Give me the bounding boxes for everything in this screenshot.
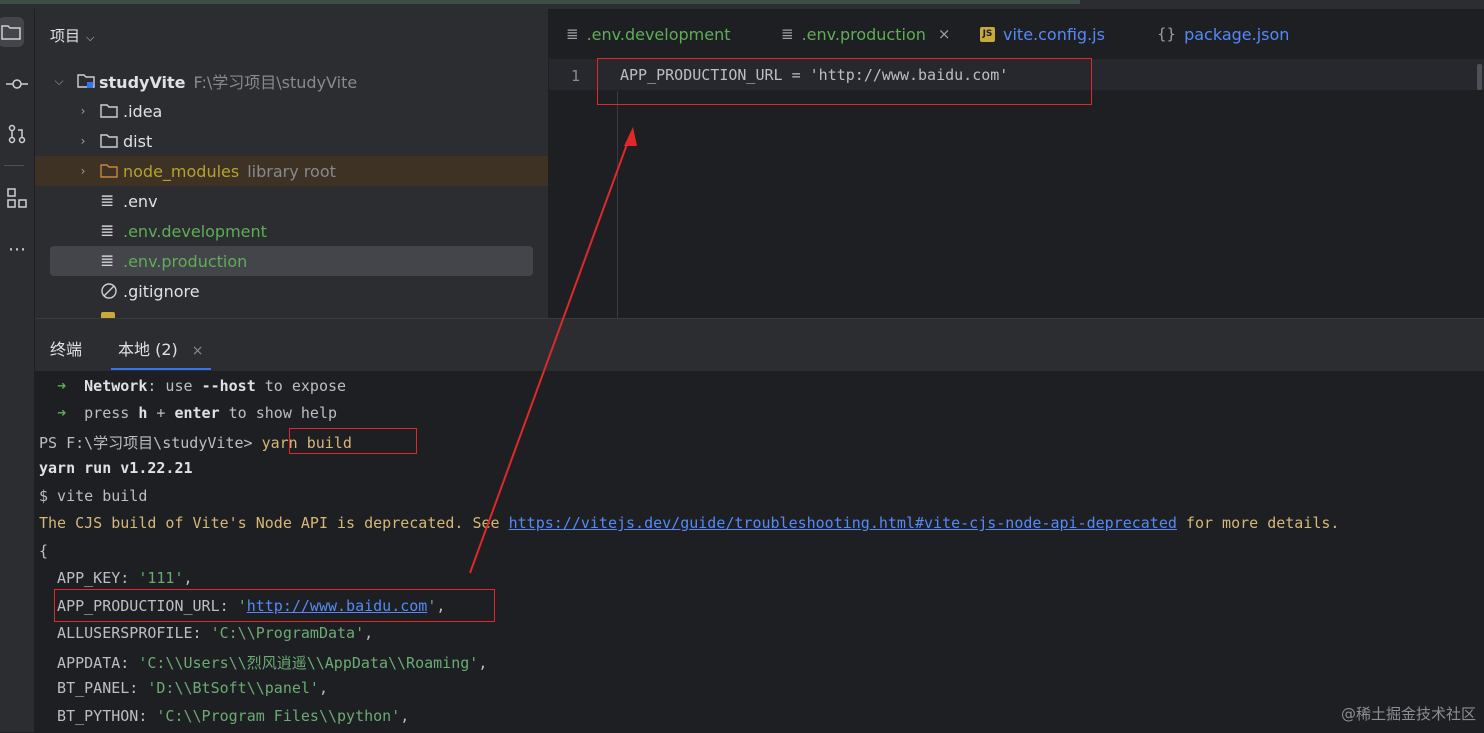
- watermark: @稀土掘金技术社区: [1340, 705, 1476, 723]
- annotation-arrow: [469, 127, 637, 574]
